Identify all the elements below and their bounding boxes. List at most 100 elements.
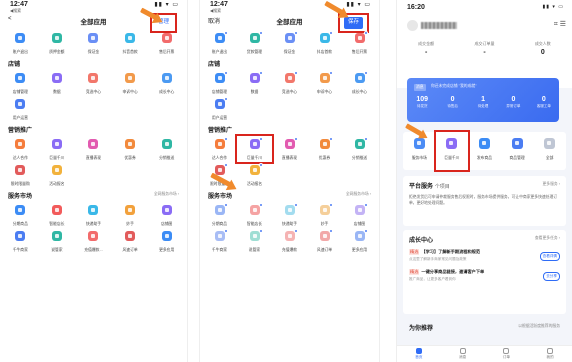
tab-item[interactable]: 我的 (528, 346, 572, 362)
app-tile[interactable]: 成长中心 (342, 70, 377, 96)
app-tile[interactable]: 智能店长 (237, 202, 272, 228)
app-tile[interactable]: 分期商品 (2, 202, 39, 228)
order-count[interactable]: 1 待处理 (468, 96, 498, 109)
order-count[interactable]: 109 待发货 (407, 96, 437, 109)
tab-item[interactable]: 订单 (485, 346, 529, 362)
quick-app-tile[interactable]: 商品管理 (501, 132, 534, 170)
app-tile[interactable]: 申诉中心 (112, 70, 149, 96)
add-badge-icon[interactable] (293, 229, 298, 233)
app-tile[interactable]: 巨量千川 (235, 134, 274, 164)
app-tile[interactable]: 风速订单 (112, 228, 149, 254)
app-tile[interactable]: 直播表现 (75, 136, 112, 162)
app-tile[interactable]: 巨量千川 (39, 136, 76, 162)
app-tile[interactable]: 抖音首款 (112, 30, 149, 56)
add-badge-icon[interactable] (223, 31, 228, 35)
task-action-button[interactable]: 查看详情 (539, 252, 560, 261)
add-badge-icon[interactable] (328, 229, 333, 233)
add-badge-icon[interactable] (293, 71, 298, 75)
app-tile[interactable]: 限时限量购 (2, 162, 39, 188)
service-market-link[interactable]: 全网服务市场 › (346, 192, 371, 197)
more-services-link[interactable]: 更多服务 › (542, 182, 560, 187)
add-badge-icon[interactable] (328, 71, 333, 75)
add-badge-icon[interactable] (293, 203, 298, 207)
app-tile[interactable]: 分销推送 (342, 136, 377, 162)
app-tile[interactable]: 账户退出 (2, 30, 39, 56)
app-tile[interactable]: 妙手 (307, 202, 342, 228)
app-tile[interactable]: 竞选中心 (75, 70, 112, 96)
quick-app-tile[interactable]: 巨量千川 (433, 130, 471, 172)
app-tile[interactable]: 账户退出 (202, 30, 237, 56)
avatar[interactable] (407, 20, 418, 31)
app-tile[interactable]: 数据 (39, 70, 76, 96)
app-tile[interactable]: 千牛商家 (202, 228, 237, 254)
add-badge-icon[interactable] (293, 137, 298, 141)
app-tile[interactable]: 竞选中心 (272, 70, 307, 96)
app-tile[interactable]: 妙手 (112, 202, 149, 228)
app-tile[interactable]: 成长中心 (148, 70, 185, 96)
app-tile[interactable]: 达人合作 (2, 136, 39, 162)
add-badge-icon[interactable] (223, 163, 228, 167)
app-tile[interactable]: 更多应用 (148, 228, 185, 254)
app-tile[interactable]: 抖店首款 (307, 30, 342, 56)
add-badge-icon[interactable] (363, 31, 368, 35)
app-tile[interactable]: 充值爆款... (75, 228, 112, 254)
scan-icon[interactable]: ⌗ ☰ (554, 20, 566, 29)
app-tile[interactable]: 店铺管理 (2, 70, 39, 96)
order-count[interactable]: 0 异常订单 (498, 96, 528, 109)
add-badge-icon[interactable] (223, 97, 228, 101)
app-tile[interactable]: 分期商品 (202, 202, 237, 228)
add-badge-icon[interactable] (223, 137, 228, 141)
add-badge-icon[interactable] (293, 31, 298, 35)
tab-item[interactable]: 首页 (397, 346, 441, 362)
app-tile[interactable]: 说管家 (237, 228, 272, 254)
quick-app-tile[interactable]: 发布商品 (468, 132, 501, 170)
app-tile[interactable]: 直播表现 (272, 136, 307, 162)
add-badge-icon[interactable] (363, 203, 368, 207)
app-tile[interactable]: 分销推送 (148, 136, 185, 162)
app-tile[interactable]: 店铺管理 (202, 70, 237, 96)
add-badge-icon[interactable] (258, 31, 263, 35)
app-tile[interactable]: 风速订单 (307, 228, 342, 254)
task-action-button[interactable]: 去分享 (543, 272, 560, 281)
add-badge-icon[interactable] (363, 71, 368, 75)
app-tile[interactable]: 售后开票 (342, 30, 377, 56)
order-count[interactable]: 0 客服工单 (529, 96, 559, 109)
add-badge-icon[interactable] (223, 203, 228, 207)
app-tile[interactable]: 说管家 (39, 228, 76, 254)
add-badge-icon[interactable] (223, 71, 228, 75)
app-tile[interactable]: 充值爆款 (272, 228, 307, 254)
add-badge-icon[interactable] (258, 203, 263, 207)
order-count[interactable]: 0 待售后 (437, 96, 467, 109)
app-tile[interactable]: 货款管理 (237, 30, 272, 56)
app-tile[interactable]: 申诉中心 (307, 70, 342, 96)
add-badge-icon[interactable] (328, 137, 333, 141)
app-tile[interactable]: 达人合作 (202, 136, 237, 162)
app-tile[interactable]: 千牛商家 (2, 228, 39, 254)
app-tile[interactable]: 售后开票 (148, 30, 185, 56)
add-badge-icon[interactable] (328, 203, 333, 207)
app-tile[interactable]: 活动报名 (39, 162, 76, 188)
order-summary-card[interactable]: 消息 你还未完成店铺 "我的成就" 109 待发货 0 待售后 1 待处理 0 异常订单 0 客服… (407, 78, 559, 122)
add-badge-icon[interactable] (223, 229, 228, 233)
app-tile[interactable]: 活动报名 (237, 162, 272, 188)
app-tile[interactable]: 保证金 (272, 30, 307, 56)
tab-item[interactable]: 消息 (441, 346, 485, 362)
add-badge-icon[interactable] (363, 137, 368, 141)
app-tile[interactable]: 快递助手 (75, 202, 112, 228)
add-badge-icon[interactable] (258, 229, 263, 233)
app-tile[interactable]: 优惠券 (112, 136, 149, 162)
more-tasks-link[interactable]: 查看更多任务 › (535, 236, 560, 241)
app-tile[interactable]: 优惠券 (307, 136, 342, 162)
app-tile[interactable]: 用户运营 (2, 96, 39, 122)
add-badge-icon[interactable] (258, 71, 263, 75)
app-tile[interactable]: 智能店长 (39, 202, 76, 228)
service-market-link[interactable]: 全网服务市场 › (154, 192, 179, 197)
add-badge-icon[interactable] (328, 31, 333, 35)
app-tile[interactable]: 更多应用 (342, 228, 377, 254)
add-badge-icon[interactable] (258, 137, 263, 141)
app-tile[interactable]: 保证金 (75, 30, 112, 56)
app-tile[interactable]: 数据 (237, 70, 272, 96)
app-tile[interactable]: 店铺图 (342, 202, 377, 228)
app-tile[interactable]: 快递助手 (272, 202, 307, 228)
app-tile[interactable]: 用户运营 (202, 96, 237, 122)
